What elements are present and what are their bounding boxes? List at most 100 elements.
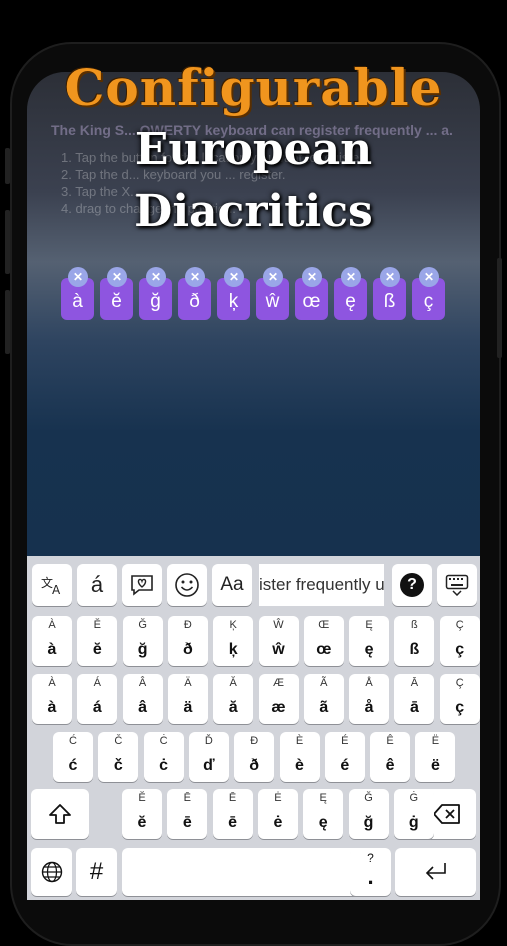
remove-icon[interactable]: ✕ (380, 267, 400, 287)
registered-key[interactable]: ✕ ĕ (100, 267, 133, 320)
key-secondary-label: À (48, 677, 56, 689)
registered-key[interactable]: ✕ ğ (139, 267, 172, 320)
key-primary-label: à (47, 699, 57, 716)
return-key[interactable] (395, 848, 476, 896)
space-key[interactable] (122, 848, 367, 896)
letter-key[interactable]: Ĕĕ (77, 616, 118, 666)
letter-key[interactable]: Çç (439, 616, 480, 666)
remove-icon[interactable]: ✕ (146, 267, 166, 287)
shift-key[interactable] (31, 789, 89, 839)
accent-button[interactable]: á (77, 564, 117, 606)
letter-key[interactable]: Áá (77, 674, 118, 724)
registered-keys-row: ✕ à ✕ ĕ ✕ ğ ✕ ð ✕ ķ ✕ ŵ ✕ œ ✕ ę ✕ ß ✕ ç (61, 267, 461, 320)
letter-key[interactable]: Āā (394, 674, 435, 724)
letter-key[interactable]: Éé (324, 732, 365, 782)
key-primary-label: é (340, 757, 350, 774)
letter-key[interactable]: Åå (349, 674, 390, 724)
registered-key[interactable]: ✕ ę (334, 267, 367, 320)
letter-key[interactable]: Ăă (213, 674, 254, 724)
letter-key[interactable]: Ćć (53, 732, 93, 782)
key-primary-label: å (364, 699, 374, 716)
remove-icon[interactable]: ✕ (68, 267, 88, 287)
case-button[interactable]: Aa (212, 564, 252, 606)
letter-key[interactable]: Ää (167, 674, 208, 724)
letter-key[interactable]: Ķķ (213, 616, 254, 666)
globe-key[interactable] (31, 848, 72, 896)
letter-key[interactable]: Ğğ (348, 789, 389, 839)
letter-key[interactable]: Ëë (415, 732, 456, 782)
letter-key[interactable]: Čč (98, 732, 139, 782)
suggestion-text[interactable]: ister frequently u (259, 564, 384, 606)
key-primary-label: ę (364, 641, 374, 658)
punct-top: ? (367, 851, 374, 865)
key-secondary-label: Ē (183, 792, 191, 804)
emoji-button[interactable] (167, 564, 207, 606)
letter-key[interactable]: ßß (394, 616, 435, 666)
remove-icon[interactable]: ✕ (224, 267, 244, 287)
key-secondary-label: Ę (365, 619, 373, 631)
key-primary-label: œ (316, 641, 332, 658)
key-secondary-label: Ŵ (273, 619, 284, 631)
favorite-button[interactable] (122, 564, 162, 606)
registered-key[interactable]: ✕ ŵ (256, 267, 289, 320)
letter-key[interactable]: Ġġ (393, 789, 434, 839)
letter-key[interactable]: Ēē (167, 789, 208, 839)
letter-key[interactable]: Ęę (303, 789, 344, 839)
return-icon (425, 863, 446, 880)
remove-icon[interactable]: ✕ (302, 267, 322, 287)
letter-key[interactable]: Œœ (303, 616, 344, 666)
letter-key[interactable]: Ãã (303, 674, 344, 724)
letter-key[interactable]: Êê (370, 732, 411, 782)
key-primary-label: ê (385, 757, 395, 774)
remove-icon[interactable]: ✕ (341, 267, 361, 287)
letter-key[interactable]: Àà (32, 616, 72, 666)
letter-key[interactable]: Ďď (188, 732, 229, 782)
letter-key[interactable]: Ðð (234, 732, 275, 782)
registered-key-label: ŵ (265, 291, 280, 312)
registered-key[interactable]: ✕ ß (373, 267, 406, 320)
key-secondary-label: Ċ (159, 735, 168, 747)
translate-button[interactable]: 文 A (32, 564, 72, 606)
key-secondary-label: Ķ (229, 619, 237, 631)
registered-key-label: à (72, 291, 83, 312)
key-secondary-label: Ć (69, 735, 77, 747)
letter-key[interactable]: Ææ (258, 674, 299, 724)
help-button[interactable]: ? (392, 564, 432, 606)
registered-key[interactable]: ✕ œ (295, 267, 328, 320)
phone-side-button (497, 258, 502, 358)
letter-key[interactable]: Ēē (212, 789, 253, 839)
symbols-key[interactable]: # (76, 848, 117, 896)
letter-key[interactable]: Ĕĕ (122, 789, 162, 839)
key-primary-label: ċ (159, 757, 169, 774)
letter-key[interactable]: Àà (32, 674, 72, 724)
key-primary-label: æ (271, 699, 286, 716)
registered-key-label: ß (383, 291, 396, 312)
punctuation-key[interactable]: ? . (350, 848, 391, 896)
case-label: Aa (220, 574, 244, 595)
letter-key[interactable]: Ŵŵ (258, 616, 299, 666)
registered-key[interactable]: ✕ ķ (217, 267, 250, 320)
remove-icon[interactable]: ✕ (419, 267, 439, 287)
letter-key[interactable]: Ėė (257, 789, 298, 839)
keyboard-hide-button[interactable] (437, 564, 477, 606)
letter-key[interactable]: Ċċ (143, 732, 184, 782)
registered-key[interactable]: ✕ à (61, 267, 94, 320)
registered-key-label: ç (423, 291, 434, 312)
letter-key[interactable]: Ęę (349, 616, 390, 666)
letter-key[interactable]: Èè (279, 732, 320, 782)
key-secondary-label: Ä (184, 677, 192, 689)
letter-key[interactable]: Ğğ (122, 616, 163, 666)
remove-icon[interactable]: ✕ (107, 267, 127, 287)
remove-icon[interactable]: ✕ (185, 267, 205, 287)
registered-key-label: œ (302, 291, 321, 312)
key-primary-label: ë (430, 757, 440, 774)
letter-key[interactable]: Ðð (167, 616, 208, 666)
registered-key[interactable]: ✕ ç (412, 267, 445, 320)
key-primary-label: â (138, 699, 148, 716)
letter-key[interactable]: Çç (439, 674, 480, 724)
key-secondary-label: Ē (228, 792, 237, 804)
remove-icon[interactable]: ✕ (263, 267, 283, 287)
translate-icon: 文 A (41, 575, 61, 596)
registered-key[interactable]: ✕ ð (178, 267, 211, 320)
letter-key[interactable]: Ââ (122, 674, 163, 724)
